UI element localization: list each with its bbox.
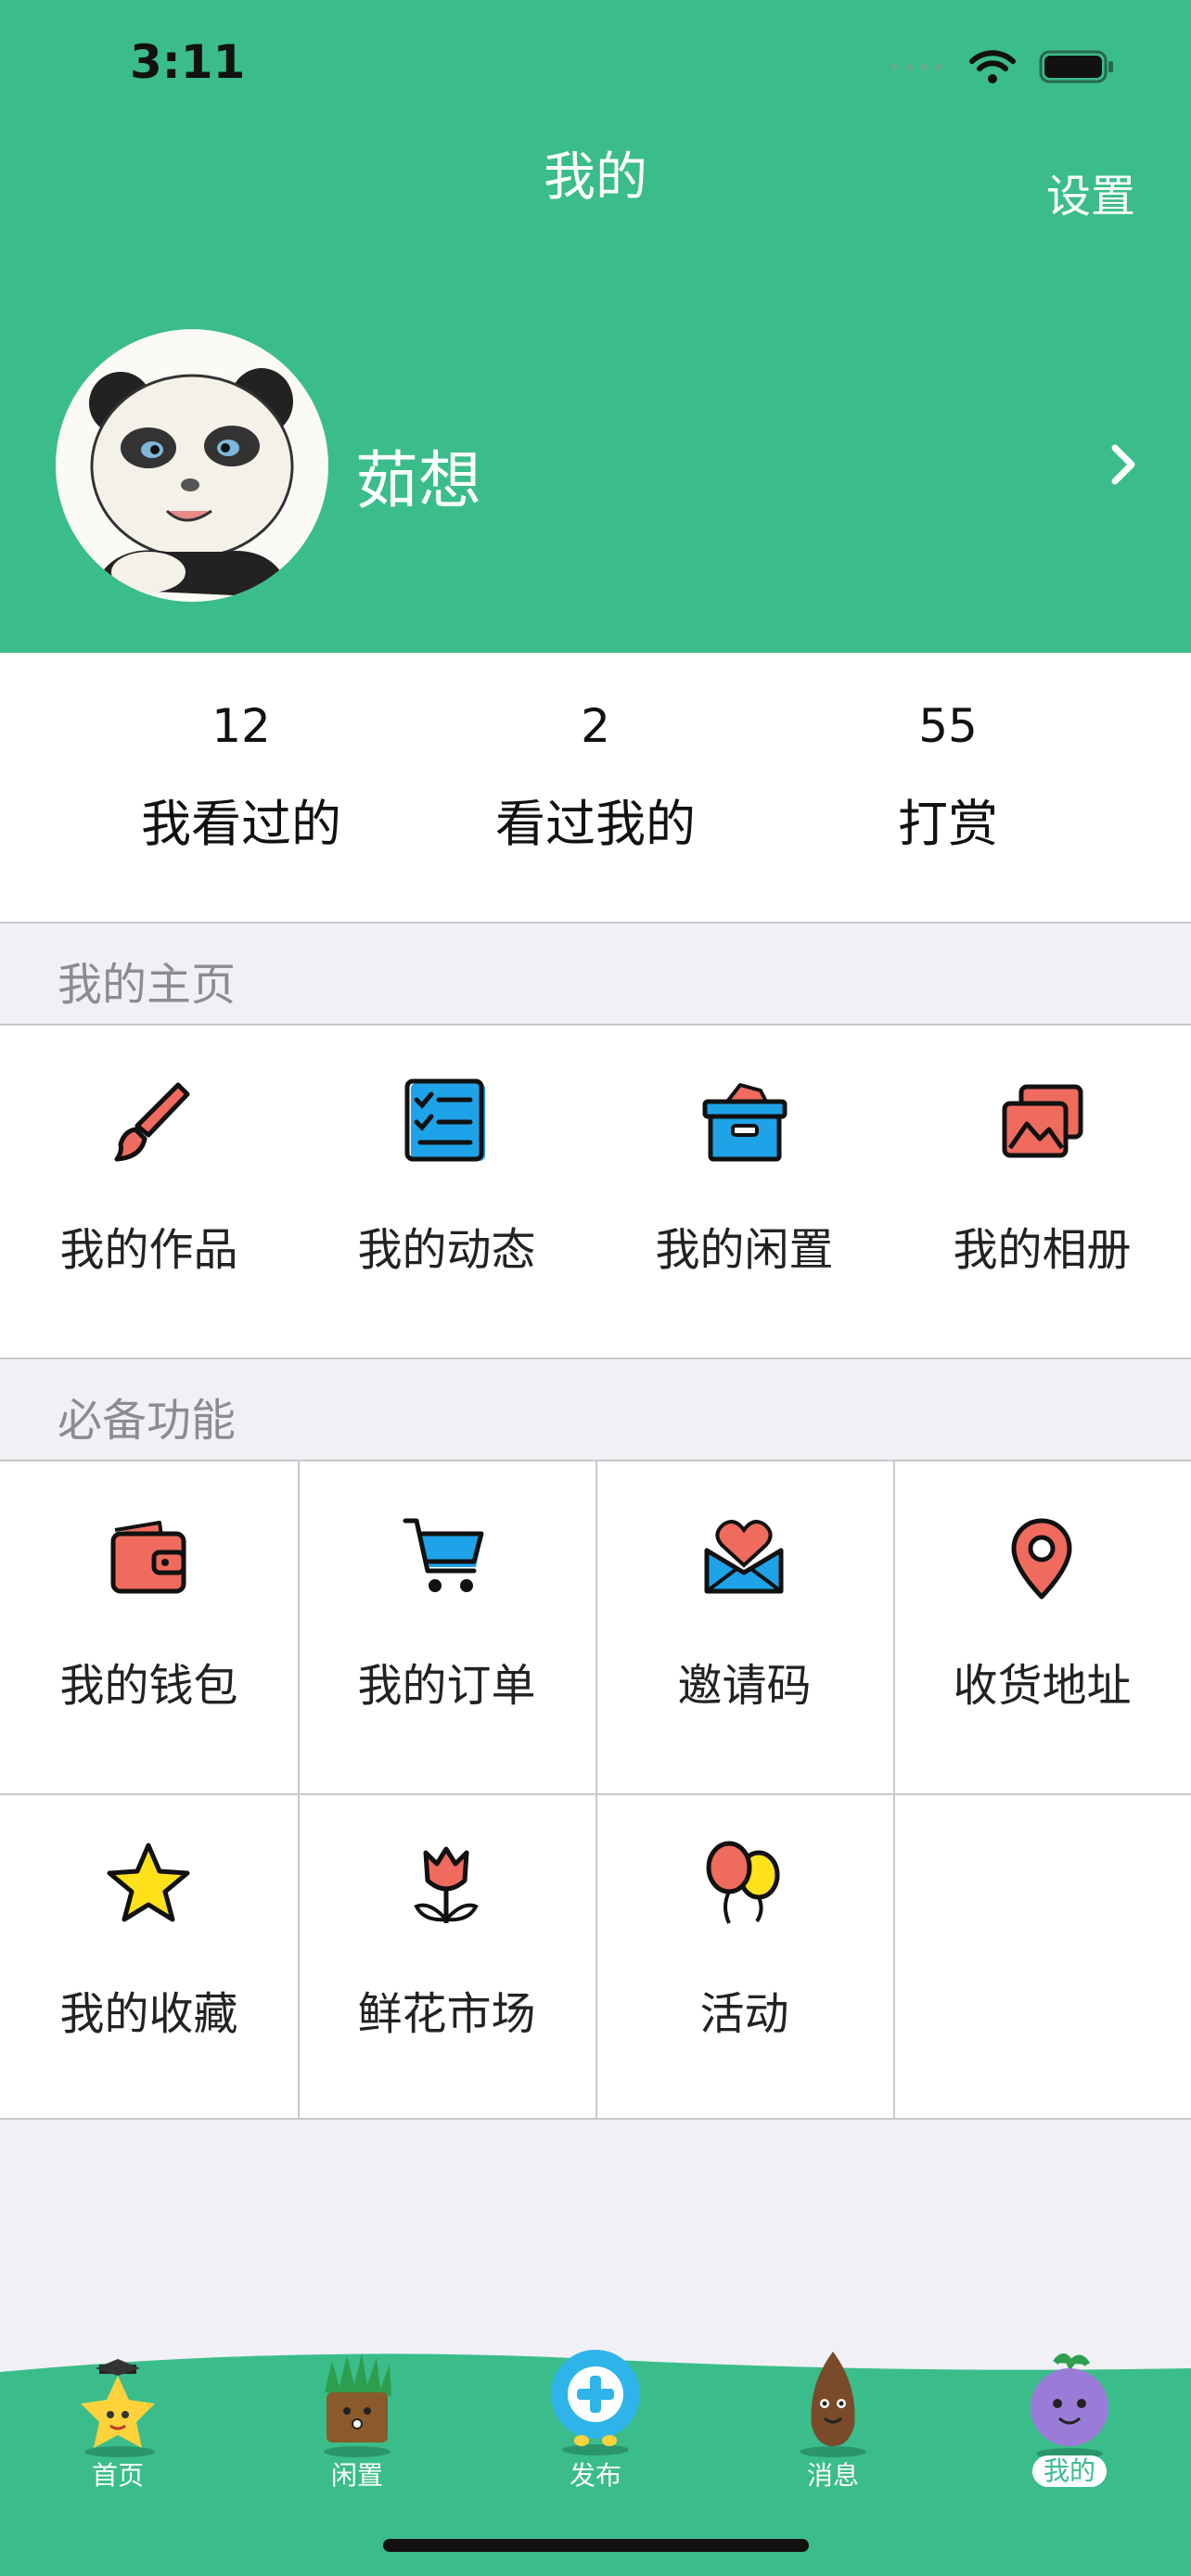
grid-item-label: 收货地址 xyxy=(953,1660,1132,1712)
stat-count: 12 xyxy=(211,699,271,753)
grid-item-address[interactable]: 收货地址 xyxy=(893,1461,1191,1793)
paintbrush-icon xyxy=(114,1082,190,1162)
tab-label-active: 我的 xyxy=(995,2455,1144,2487)
tab-label: 消息 xyxy=(806,2460,859,2491)
shopping-cart-icon xyxy=(403,1518,484,1592)
tab-home[interactable]: 首页 xyxy=(44,2327,192,2491)
grid-item-my-idle[interactable]: 我的闲置 xyxy=(596,1026,893,1358)
balloons-icon xyxy=(706,1841,780,1924)
tab-label: 发布 xyxy=(569,2460,621,2491)
grid-item-wallet[interactable]: 我的钱包 xyxy=(0,1461,298,1793)
grid-item-label: 我的动态 xyxy=(357,1224,536,1276)
berry-mascot-icon xyxy=(1031,2353,1108,2459)
tab-publish[interactable]: 发布 xyxy=(521,2327,670,2491)
section-title: 必备功能 xyxy=(58,1395,237,1447)
location-pin-icon xyxy=(1011,1518,1072,1600)
grid-item-label: 鲜花市场 xyxy=(357,1988,536,2040)
star-icon xyxy=(107,1843,190,1922)
status-icons xyxy=(889,46,1115,87)
star-mascot-icon xyxy=(81,2359,155,2457)
grid-item-label: 我的订单 xyxy=(357,1660,536,1712)
grid-item-invite-code[interactable]: 邀请码 xyxy=(596,1461,893,1793)
plus-mascot-icon xyxy=(551,2350,640,2455)
app-screen: 3:11 我的 设置 茹想 12 我看过的 2 看过我的 55 打赏 我的主页 … xyxy=(0,0,1191,2576)
checklist-icon xyxy=(404,1078,485,1162)
stat-label: 我看过的 xyxy=(141,795,341,853)
grid-item-my-album[interactable]: 我的相册 xyxy=(893,1026,1191,1358)
stat-viewed-me[interactable]: 2 看过我的 xyxy=(438,653,753,924)
heart-envelope-icon xyxy=(704,1520,784,1594)
photo-album-icon xyxy=(1002,1084,1083,1158)
grid-item-activities[interactable]: 活动 xyxy=(596,1795,893,2120)
homepage-grid: 我的作品 我的动态 我的闲置 我的相册 xyxy=(0,1026,1191,1359)
avatar[interactable] xyxy=(56,329,328,602)
section-header-homepage: 我的主页 xyxy=(0,924,1191,1026)
grid-item-favorites[interactable]: 我的收藏 xyxy=(0,1795,298,2120)
grid-item-label: 我的钱包 xyxy=(59,1660,238,1712)
grid-item-label: 我的作品 xyxy=(59,1224,238,1276)
grid-item-flower-market[interactable]: 鲜花市场 xyxy=(298,1795,596,2120)
page-title: 我的 xyxy=(544,147,647,208)
tulip-icon xyxy=(414,1846,479,1923)
tab-label: 首页 xyxy=(91,2460,144,2491)
profile-header: 3:11 我的 设置 茹想 xyxy=(0,0,1191,653)
panda-avatar-icon xyxy=(89,368,294,598)
stats-row: 12 我看过的 2 看过我的 55 打赏 xyxy=(0,653,1191,924)
tab-idle[interactable]: 闲置 xyxy=(283,2327,431,2491)
tab-label: 闲置 xyxy=(330,2460,383,2491)
battery-icon xyxy=(1039,50,1113,83)
chevron-right-icon xyxy=(1111,444,1135,485)
grid-item-orders[interactable]: 我的订单 xyxy=(298,1461,596,1793)
stat-count: 2 xyxy=(581,699,610,753)
stat-label: 看过我的 xyxy=(495,795,696,853)
stat-viewed-by-me[interactable]: 12 我看过的 xyxy=(83,653,399,924)
grid-item-label: 我的相册 xyxy=(953,1224,1132,1276)
stat-tips[interactable]: 55 打赏 xyxy=(790,653,1106,924)
wifi-icon xyxy=(969,50,1016,83)
section-title: 我的主页 xyxy=(58,959,237,1011)
tab-messages[interactable]: 消息 xyxy=(759,2327,907,2491)
settings-button[interactable]: 设置 xyxy=(1046,159,1135,224)
grid-item-label: 邀请码 xyxy=(677,1660,812,1712)
username: 茹想 xyxy=(355,445,482,518)
grid-item-label: 活动 xyxy=(699,1988,789,2040)
pinecone-mascot-icon xyxy=(800,2352,866,2457)
features-grid: 我的钱包 我的订单 邀请码 收货地址 我的收藏 鲜花市场 活动 xyxy=(0,1461,1191,2120)
status-time: 3:11 xyxy=(130,35,246,89)
home-indicator xyxy=(383,2539,809,2552)
stat-label: 打赏 xyxy=(898,795,998,853)
section-header-features: 必备功能 xyxy=(0,1359,1191,1461)
grass-mascot-icon xyxy=(324,2353,391,2457)
tab-label: 我的 xyxy=(1031,2455,1107,2487)
grid-item-label: 我的收藏 xyxy=(59,1988,238,2040)
stat-count: 55 xyxy=(918,699,978,753)
profile-row[interactable]: 茹想 xyxy=(0,329,1191,603)
grid-item-my-posts[interactable]: 我的动态 xyxy=(298,1026,596,1358)
grid-item-label: 我的闲置 xyxy=(655,1224,834,1276)
signal-icon xyxy=(890,63,942,70)
tab-me[interactable]: 我的 xyxy=(995,2327,1144,2487)
grid-item-my-works[interactable]: 我的作品 xyxy=(0,1026,298,1358)
storage-box-icon xyxy=(702,1083,788,1162)
wallet-icon xyxy=(110,1521,186,1594)
